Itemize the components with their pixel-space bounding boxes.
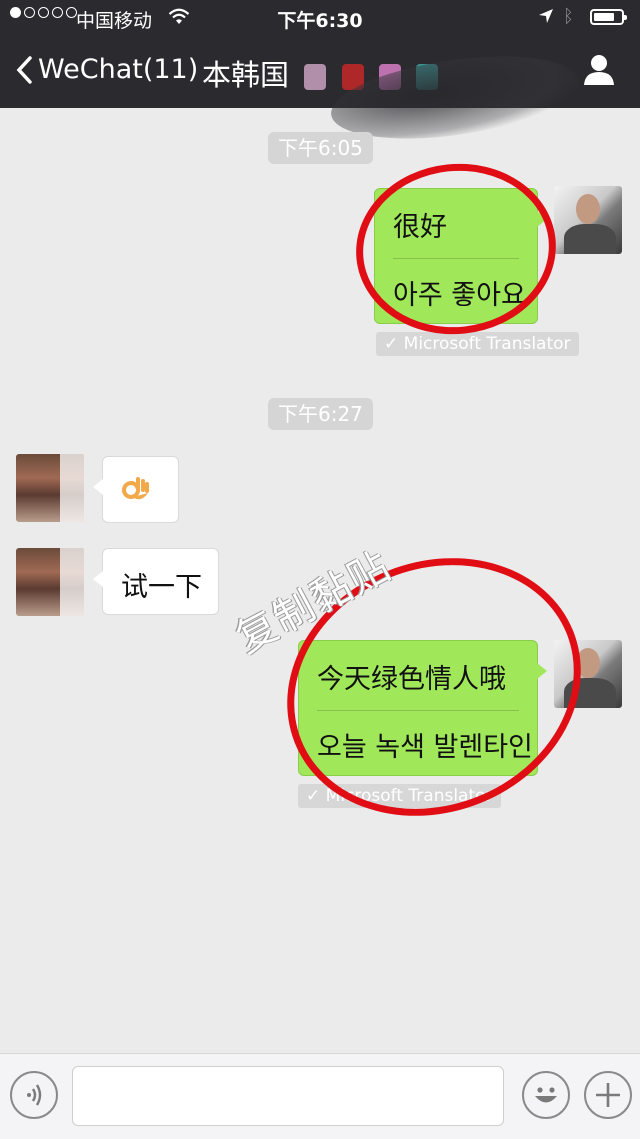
status-bar: 中国移动 下午6:30 ᛒ: [0, 0, 640, 34]
top-bar: 中国移动 下午6:30 ᛒ WeChat(11) 本韩国: [0, 0, 640, 153]
contact-avatar[interactable]: [16, 454, 84, 522]
input-bar: [0, 1053, 640, 1139]
timestamp: 下午6:27: [268, 398, 373, 430]
profile-icon[interactable]: [582, 52, 616, 86]
voice-button[interactable]: [10, 1071, 58, 1119]
chat-title-text: 本韩国: [202, 58, 290, 92]
message-input[interactable]: [72, 1066, 504, 1126]
received-bubble[interactable]: 试一下: [93, 548, 219, 615]
battery-fill: [594, 13, 614, 21]
contact-avatar[interactable]: [16, 548, 84, 616]
voice-icon: [27, 1084, 42, 1106]
bluetooth-icon: ᛒ: [563, 6, 574, 27]
my-avatar[interactable]: [554, 186, 622, 254]
ok-hand-emoji-icon: [122, 477, 149, 500]
lipstick-emoji-icon: [304, 64, 327, 90]
plus-icon: [596, 1083, 620, 1107]
message-text: 试一下: [121, 572, 202, 603]
location-arrow-icon: [539, 9, 553, 23]
plus-button[interactable]: [584, 1071, 632, 1119]
battery-icon: [590, 9, 627, 25]
timestamp: 下午6:05: [268, 132, 373, 164]
translator-tag: ✓ Microsoft Translator: [376, 332, 579, 356]
received-bubble[interactable]: [93, 456, 179, 523]
emoji-button[interactable]: [522, 1071, 570, 1119]
emoji-icon: [535, 1087, 557, 1103]
chat-area[interactable]: 下午6:05 很好 아주 좋아요 ✓ Microsoft Translator …: [0, 108, 640, 1053]
